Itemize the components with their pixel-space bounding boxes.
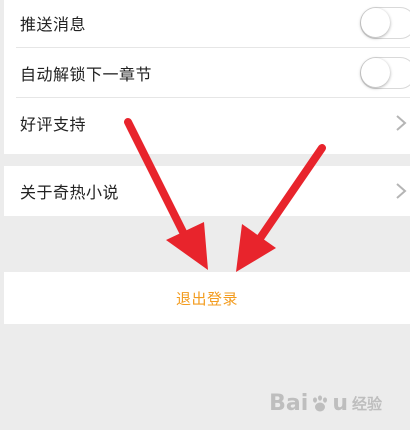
logout-button[interactable]: 退出登录 xyxy=(4,272,410,324)
settings-page: 推送消息 自动解锁下一章节 好评支持 关于奇热小说 退出登录 Bai u 经验 xyxy=(0,0,410,430)
chevron-right-icon xyxy=(396,183,407,199)
paw-icon xyxy=(313,394,328,411)
setting-row-push: 推送消息 xyxy=(4,0,410,48)
watermark: Bai u 经验 xyxy=(269,391,382,416)
auto-unlock-toggle[interactable] xyxy=(360,57,410,89)
settings-group-main: 推送消息 自动解锁下一章节 好评支持 xyxy=(4,0,410,154)
watermark-brand-end: u xyxy=(332,391,348,416)
toggle-knob xyxy=(361,8,390,37)
watermark-brand: Bai xyxy=(269,391,309,416)
watermark-sub: 经验 xyxy=(351,395,382,413)
setting-row-rate[interactable]: 好评支持 xyxy=(4,98,410,148)
push-label: 推送消息 xyxy=(20,15,87,34)
rate-label: 好评支持 xyxy=(20,115,87,134)
push-toggle[interactable] xyxy=(360,7,410,39)
chevron-right-icon xyxy=(396,115,407,131)
toggle-knob xyxy=(361,58,390,87)
auto-unlock-label: 自动解锁下一章节 xyxy=(20,65,153,84)
settings-group-about: 关于奇热小说 xyxy=(4,166,410,216)
about-label: 关于奇热小说 xyxy=(20,183,120,202)
setting-row-about[interactable]: 关于奇热小说 xyxy=(4,166,410,216)
logout-section: 退出登录 xyxy=(4,272,410,324)
setting-row-auto-unlock: 自动解锁下一章节 xyxy=(4,48,410,98)
